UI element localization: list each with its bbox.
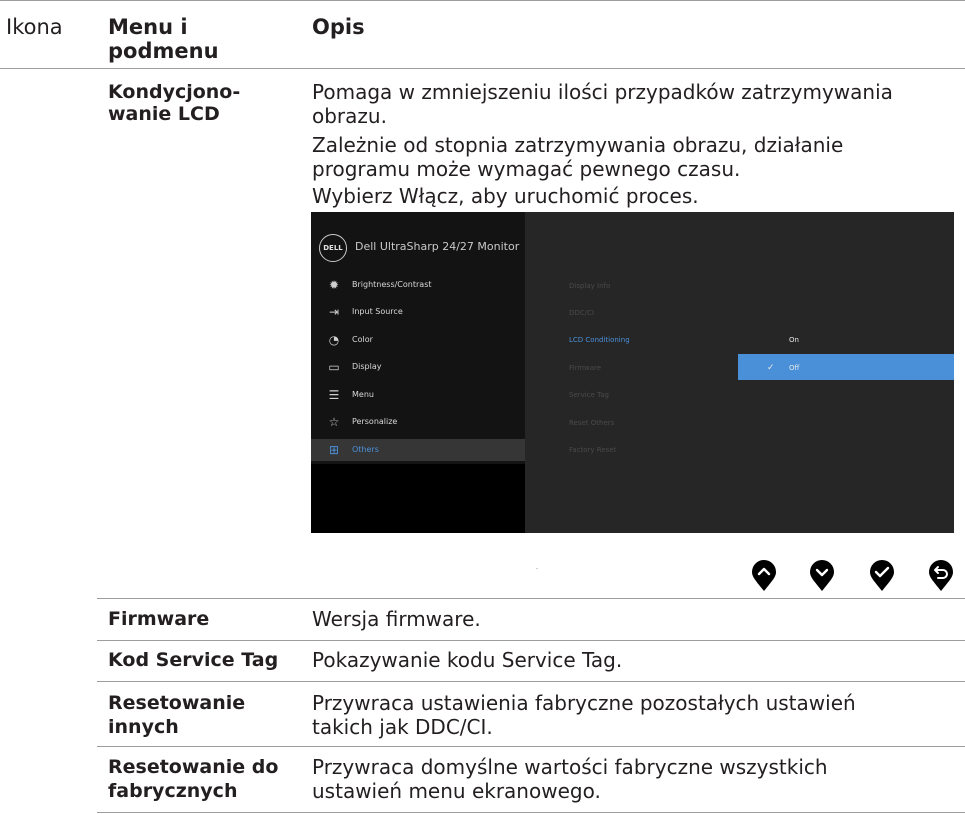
osd-screenshot: DELL Dell UltraSharp 24/27 Monitor ✹ Bri… xyxy=(311,212,954,533)
others-icon: ⊞ xyxy=(328,443,340,457)
lcd-description-line: programu może wymagać pewnego czasu. xyxy=(312,157,741,181)
down-button[interactable] xyxy=(810,560,834,592)
osd-menu-item-others[interactable]: ⊞ Others xyxy=(311,439,525,461)
factory-reset-label-line: fabrycznych xyxy=(108,780,238,802)
check-icon: ✓ xyxy=(767,363,775,373)
osd-submenu-service-tag[interactable]: Service Tag xyxy=(569,391,609,399)
down-arrow-icon xyxy=(810,560,834,591)
firmware-description: Wersja firmware. xyxy=(312,607,481,631)
back-icon xyxy=(929,560,953,591)
osd-submenu-factory-reset[interactable]: Factory Reset xyxy=(569,446,616,454)
osd-menu-item-color[interactable]: ◔ Color xyxy=(311,329,525,351)
osd-menu-item-input-source[interactable]: ⇥ Input Source xyxy=(311,301,525,323)
back-button[interactable] xyxy=(929,560,953,592)
row-rule xyxy=(97,640,965,641)
dell-logo: DELL xyxy=(319,234,347,262)
osd-option-on[interactable]: On xyxy=(789,336,799,344)
osd-menu-label: Menu xyxy=(352,390,374,399)
reset-others-description-line: Przywraca ustawienia fabryczne pozostały… xyxy=(312,691,856,715)
osd-menu-item-brightness-contrast[interactable]: ✹ Brightness/Contrast xyxy=(311,274,525,296)
row-rule xyxy=(97,598,965,599)
factory-reset-description-line: Przywraca domyślne wartości fabryczne ws… xyxy=(312,755,828,779)
factory-reset-description-line: ustawień menu ekranowego. xyxy=(312,779,601,803)
header-icon: Ikona xyxy=(6,15,63,39)
osd-menu-label: Color xyxy=(352,335,373,344)
menu-icon: ☰ xyxy=(328,388,340,402)
reset-others-label-line: innych xyxy=(108,716,179,738)
sun-icon: ✹ xyxy=(328,278,340,292)
lcd-description-line: Zależnie od stopnia zatrzymywania obrazu… xyxy=(312,133,844,157)
osd-menu-label: Personalize xyxy=(352,417,398,426)
osd-menu-item-display[interactable]: ▭ Display xyxy=(311,356,525,378)
osd-menu-label: Others xyxy=(352,445,379,454)
check-icon xyxy=(870,560,894,591)
osd-submenu-firmware[interactable]: Firmware xyxy=(569,364,601,372)
lcd-description-line: Pomaga w zmniejszeniu ilości przypadków … xyxy=(312,80,893,104)
osd-menu-item-personalize[interactable]: ☆ Personalize xyxy=(311,411,525,433)
header-bottom-rule xyxy=(0,68,965,69)
osd-submenu-reset-others[interactable]: Reset Others xyxy=(569,419,614,427)
reset-others-label-line: Resetowanie xyxy=(108,692,246,714)
header-description: Opis xyxy=(312,15,365,39)
up-button[interactable] xyxy=(752,560,776,592)
osd-menu-label: Display xyxy=(352,362,382,371)
osd-menu-label: Input Source xyxy=(352,307,403,316)
row-rule xyxy=(97,681,965,682)
row-rule xyxy=(97,746,965,747)
up-arrow-icon xyxy=(752,560,776,591)
lcd-description-line: obrazu. xyxy=(312,104,387,128)
input-source-icon: ⇥ xyxy=(328,305,340,319)
table-top-rule xyxy=(0,0,965,1)
factory-reset-label-line: Resetowanie do xyxy=(108,756,279,778)
osd-submenu-lcd-conditioning[interactable]: LCD Conditioning xyxy=(569,336,630,344)
service-tag-description: Pokazywanie kodu Service Tag. xyxy=(312,648,623,672)
palette-icon: ◔ xyxy=(328,333,340,347)
service-tag-label: Kod Service Tag xyxy=(108,649,279,671)
star-icon: ☆ xyxy=(328,415,340,429)
osd-submenu-ddc-ci[interactable]: DDC/CI xyxy=(569,309,594,317)
row-rule xyxy=(97,812,965,813)
lcd-conditioning-label: Kondycjono-wanie LCD xyxy=(108,81,241,125)
reset-others-description-line: takich jak DDC/CI. xyxy=(312,715,493,739)
firmware-label: Firmware xyxy=(108,608,210,630)
osd-option-off[interactable]: Off xyxy=(789,364,799,372)
osd-menu-label: Brightness/Contrast xyxy=(352,280,432,289)
stray-mark xyxy=(536,568,538,569)
lcd-description-line: Wybierz Włącz, aby uruchomić proces. xyxy=(312,184,699,208)
confirm-button[interactable] xyxy=(870,560,894,592)
osd-submenu-display-info[interactable]: Display Info xyxy=(569,282,610,290)
osd-menu-item-menu[interactable]: ☰ Menu xyxy=(311,384,525,406)
display-icon: ▭ xyxy=(328,360,340,374)
header-menu: Menu i podmenu xyxy=(108,15,219,63)
osd-title: Dell UltraSharp 24/27 Monitor xyxy=(355,240,520,253)
